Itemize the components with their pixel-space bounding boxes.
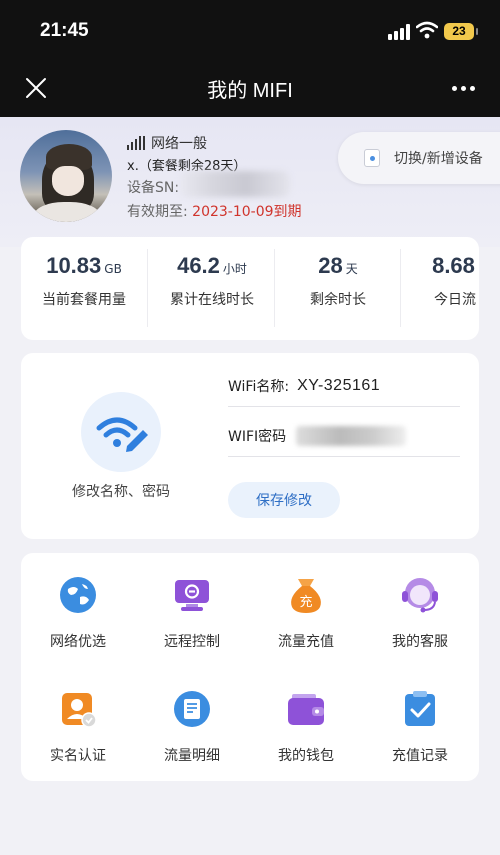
id-verify-icon [62, 693, 97, 728]
usage-stats-card: 10.83 GB 当前套餐用量 46.2 小时 累计在线时长 28 天 剩余时长 8.… [21, 237, 479, 340]
menu-item-label: 流量明细 [164, 748, 220, 764]
stat-today-usage[interactable]: 8.68 今日流 [405, 253, 479, 309]
stat-label: 今日流 [434, 292, 476, 308]
stat-unit: 小时 [222, 262, 247, 276]
menu-item-label: 充值记录 [392, 748, 448, 764]
menu-item-recharge-record[interactable]: 充值记录 [363, 689, 477, 765]
expire-date: 2023-10-09到期 [192, 204, 302, 220]
stat-unit: 天 [345, 262, 358, 276]
wallet-icon [288, 694, 324, 725]
wifi-name-field[interactable]: WiFi名称: XY-325161 [228, 365, 460, 407]
status-time: 21:45 [40, 20, 89, 41]
battery-icon: 23 [444, 23, 478, 40]
menu-item-data-recharge[interactable]: 充 流量充值 [249, 575, 363, 651]
wifi-password-redacted[interactable] [296, 425, 407, 446]
stat-value: 10.83 [46, 253, 102, 278]
expire-info: 有效期至: 2023-10-09到期 [127, 201, 302, 221]
device-sn-label: 设备SN: [127, 180, 180, 196]
switch-device-label: 切换/新增设备 [394, 151, 483, 167]
stat-label: 当前套餐用量 [42, 292, 126, 308]
more-options-button[interactable] [450, 84, 478, 94]
usage-detail-icon [174, 691, 210, 727]
customer-service-icon [402, 578, 438, 613]
stat-unit: GB [104, 262, 122, 276]
stat-label: 累计在线时长 [170, 292, 254, 308]
wifi-edit-label: 修改名称、密码 [72, 484, 170, 500]
stat-value: 8.68 [432, 253, 475, 278]
network-status: 网络一般 [151, 136, 207, 152]
wifi-password-field[interactable]: WIFI密码 [228, 415, 460, 457]
money-bag-icon: 充 [291, 579, 321, 613]
menu-item-label: 实名认证 [50, 748, 106, 764]
device-icon [364, 149, 380, 167]
switch-device-button[interactable]: 切换/新增设备 [338, 132, 500, 184]
wifi-settings-card: 修改名称、密码 WiFi名称: XY-325161 WIFI密码 保存修改 [21, 353, 479, 539]
signal-bars-icon [127, 136, 145, 150]
menu-item-remote-control[interactable]: 远程控制 [135, 575, 249, 651]
money-bag-badge: 充 [299, 594, 312, 610]
device-sn-redacted [180, 171, 290, 197]
wifi-status-icon [416, 21, 438, 39]
menu-item-label: 远程控制 [164, 634, 220, 650]
menu-item-label: 网络优选 [50, 634, 106, 650]
stat-label: 剩余时长 [310, 292, 366, 308]
wifi-name-value[interactable]: XY-325161 [297, 377, 380, 395]
stat-remaining-time[interactable]: 28 天 剩余时长 [279, 253, 397, 309]
menu-item-real-name-auth[interactable]: 实名认证 [21, 689, 135, 765]
remote-control-icon [175, 580, 209, 611]
menu-item-customer-service[interactable]: 我的客服 [363, 575, 477, 651]
menu-item-label: 我的客服 [392, 634, 448, 650]
network-status-row: 网络一般 [127, 133, 207, 153]
expire-label: 有效期至: [127, 204, 188, 220]
save-changes-button[interactable]: 保存修改 [228, 482, 340, 518]
stat-plan-usage[interactable]: 10.83 GB 当前套餐用量 [25, 253, 143, 309]
globe-icon [60, 577, 96, 613]
menu-item-usage-detail[interactable]: 流量明细 [135, 689, 249, 765]
stat-value: 46.2 [177, 253, 220, 278]
menu-item-network-optimize[interactable]: 网络优选 [21, 575, 135, 651]
wifi-password-label: WIFI密码 [228, 428, 287, 445]
top-bar: 21:45 23 我的 MIFI [0, 0, 500, 117]
menu-item-label: 流量充值 [278, 634, 334, 650]
page-title: 我的 MIFI [207, 80, 293, 102]
menu-item-label: 我的钱包 [278, 748, 334, 764]
stat-online-time[interactable]: 46.2 小时 累计在线时长 [153, 253, 271, 309]
wifi-name-label: WiFi名称: [228, 378, 290, 395]
recharge-record-icon [405, 691, 435, 726]
avatar[interactable] [20, 130, 112, 222]
stat-value: 28 [318, 253, 343, 278]
wifi-edit-icon[interactable] [81, 392, 161, 472]
menu-item-my-wallet[interactable]: 我的钱包 [249, 689, 363, 765]
function-grid-card: 网络优选 远程控制 充 流量充值 我的客服 实名认证 流量明细 我的钱包 充值记… [21, 553, 479, 781]
cell-signal-icon [388, 24, 410, 40]
